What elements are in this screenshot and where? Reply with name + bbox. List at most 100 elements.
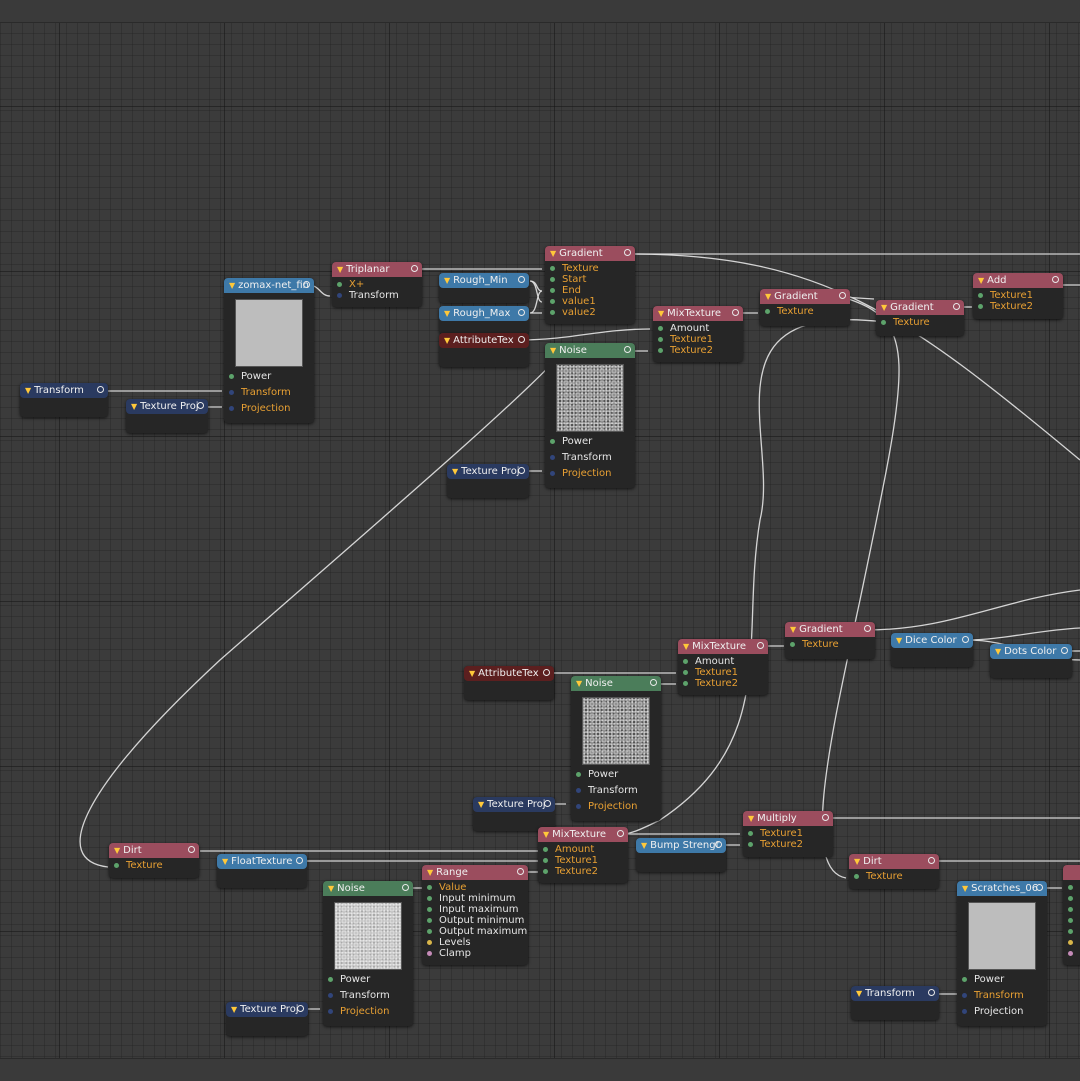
- input-row[interactable]: Power: [323, 974, 413, 985]
- node-header[interactable]: ▼ Gradient: [785, 622, 875, 637]
- collapse-triangle-icon[interactable]: ▼: [444, 309, 450, 318]
- input-port[interactable]: [1068, 951, 1073, 956]
- input-port[interactable]: [748, 842, 753, 847]
- input-port[interactable]: [229, 406, 234, 411]
- output-port[interactable]: [928, 857, 935, 864]
- output-port[interactable]: [864, 625, 871, 632]
- collapse-triangle-icon[interactable]: ▼: [881, 303, 887, 312]
- node-header[interactable]: ▼ Dirt: [109, 843, 199, 858]
- collapse-triangle-icon[interactable]: ▼: [543, 830, 549, 839]
- node-header[interactable]: ▼ Gradient: [545, 246, 635, 261]
- collapse-triangle-icon[interactable]: ▼: [856, 989, 862, 998]
- node-texture-proj-3[interactable]: ▼ Texture Proj: [473, 797, 555, 831]
- node-texture-proj-4[interactable]: ▼ Texture Proj: [226, 1002, 308, 1036]
- input-row[interactable]: Texture2: [653, 345, 743, 356]
- input-port[interactable]: [683, 670, 688, 675]
- node-offscreen-partial[interactable]: [1063, 865, 1080, 965]
- node-header[interactable]: ▼ Texture Proj: [473, 797, 555, 812]
- input-row[interactable]: Power: [545, 436, 635, 447]
- collapse-triangle-icon[interactable]: ▼: [452, 467, 458, 476]
- input-row[interactable]: Transform: [224, 387, 314, 398]
- input-port[interactable]: [550, 310, 555, 315]
- collapse-triangle-icon[interactable]: ▼: [790, 625, 796, 634]
- output-port[interactable]: [297, 1005, 304, 1012]
- input-row[interactable]: Levels: [422, 937, 528, 948]
- node-dirt-2[interactable]: ▼ Dirt Texture: [849, 854, 939, 889]
- collapse-triangle-icon[interactable]: ▼: [328, 884, 334, 893]
- node-header[interactable]: ▼ Triplanar: [332, 262, 422, 277]
- input-row[interactable]: Transform: [323, 990, 413, 1001]
- collapse-triangle-icon[interactable]: ▼: [25, 386, 31, 395]
- input-row[interactable]: Texture: [876, 317, 964, 328]
- output-port[interactable]: [518, 336, 525, 343]
- input-port[interactable]: [550, 266, 555, 271]
- input-port[interactable]: [328, 993, 333, 998]
- collapse-triangle-icon[interactable]: ▼: [765, 292, 771, 301]
- node-gradient-1[interactable]: ▼ Gradient Texture Start End value1 value…: [545, 246, 635, 324]
- output-port[interactable]: [715, 841, 722, 848]
- input-row[interactable]: Texture2: [973, 301, 1063, 312]
- input-port[interactable]: [328, 977, 333, 982]
- node-transform-right[interactable]: ▼ Transform: [851, 986, 939, 1020]
- input-port[interactable]: [1068, 907, 1073, 912]
- input-port[interactable]: [576, 804, 581, 809]
- node-attribute-tex-1[interactable]: ▼ AttributeTex: [439, 333, 529, 367]
- output-port[interactable]: [411, 265, 418, 272]
- input-port[interactable]: [427, 896, 432, 901]
- input-row[interactable]: Texture: [849, 871, 939, 882]
- collapse-triangle-icon[interactable]: ▼: [231, 1005, 237, 1014]
- input-port[interactable]: [328, 1009, 333, 1014]
- collapse-triangle-icon[interactable]: ▼: [576, 679, 582, 688]
- collapse-triangle-icon[interactable]: ▼: [896, 636, 902, 645]
- collapse-triangle-icon[interactable]: ▼: [427, 868, 433, 877]
- input-row[interactable]: value1: [545, 296, 635, 307]
- input-port[interactable]: [978, 293, 983, 298]
- input-port[interactable]: [337, 282, 342, 287]
- input-row[interactable]: Power: [571, 769, 661, 780]
- collapse-triangle-icon[interactable]: ▼: [962, 884, 968, 893]
- input-port[interactable]: [978, 304, 983, 309]
- collapse-triangle-icon[interactable]: ▼: [550, 346, 556, 355]
- input-row[interactable]: Texture: [785, 639, 875, 650]
- output-port[interactable]: [617, 830, 624, 837]
- output-port[interactable]: [197, 402, 204, 409]
- input-port[interactable]: [427, 929, 432, 934]
- node-header[interactable]: ▼ Bump Strengt: [636, 838, 726, 853]
- node-header[interactable]: ▼ Scratches_06: [957, 881, 1047, 896]
- input-port[interactable]: [550, 439, 555, 444]
- node-header[interactable]: ▼ Range: [422, 865, 528, 880]
- input-row[interactable]: Texture1: [973, 290, 1063, 301]
- collapse-triangle-icon[interactable]: ▼: [995, 647, 1001, 656]
- node-gradient-4[interactable]: ▼ Gradient Texture: [785, 622, 875, 659]
- node-header[interactable]: ▼ AttributeTex: [439, 333, 529, 348]
- collapse-triangle-icon[interactable]: ▼: [854, 857, 860, 866]
- collapse-triangle-icon[interactable]: ▼: [658, 309, 664, 318]
- input-row[interactable]: [1063, 948, 1080, 959]
- output-port[interactable]: [543, 669, 550, 676]
- node-header[interactable]: ▼ AttributeTex: [464, 666, 554, 681]
- node-header[interactable]: ▼ Multiply: [743, 811, 833, 826]
- input-port[interactable]: [550, 471, 555, 476]
- input-row[interactable]: Texture1: [678, 667, 768, 678]
- input-port[interactable]: [543, 858, 548, 863]
- input-row[interactable]: Texture1: [653, 334, 743, 345]
- node-mixtexture-3[interactable]: ▼ MixTexture Amount Texture1 Texture2: [538, 827, 628, 883]
- node-header[interactable]: [1063, 865, 1080, 880]
- node-header[interactable]: ▼ Gradient: [876, 300, 964, 315]
- input-port[interactable]: [114, 863, 119, 868]
- input-row[interactable]: [1063, 937, 1080, 948]
- input-port[interactable]: [229, 390, 234, 395]
- node-mixtexture-2[interactable]: ▼ MixTexture Amount Texture1 Texture2: [678, 639, 768, 695]
- node-texture-proj-2[interactable]: ▼ Texture Proj: [447, 464, 529, 498]
- output-port[interactable]: [518, 467, 525, 474]
- collapse-triangle-icon[interactable]: ▼: [469, 669, 475, 678]
- input-row[interactable]: Transform: [957, 990, 1047, 1001]
- input-row[interactable]: Projection: [323, 1006, 413, 1017]
- node-header[interactable]: ▼ Texture Proj: [447, 464, 529, 479]
- input-row[interactable]: value2: [545, 307, 635, 318]
- input-port[interactable]: [962, 1009, 967, 1014]
- node-header[interactable]: ▼ Add: [973, 273, 1063, 288]
- output-port[interactable]: [1052, 276, 1059, 283]
- input-row[interactable]: Amount: [653, 323, 743, 334]
- input-port[interactable]: [337, 293, 342, 298]
